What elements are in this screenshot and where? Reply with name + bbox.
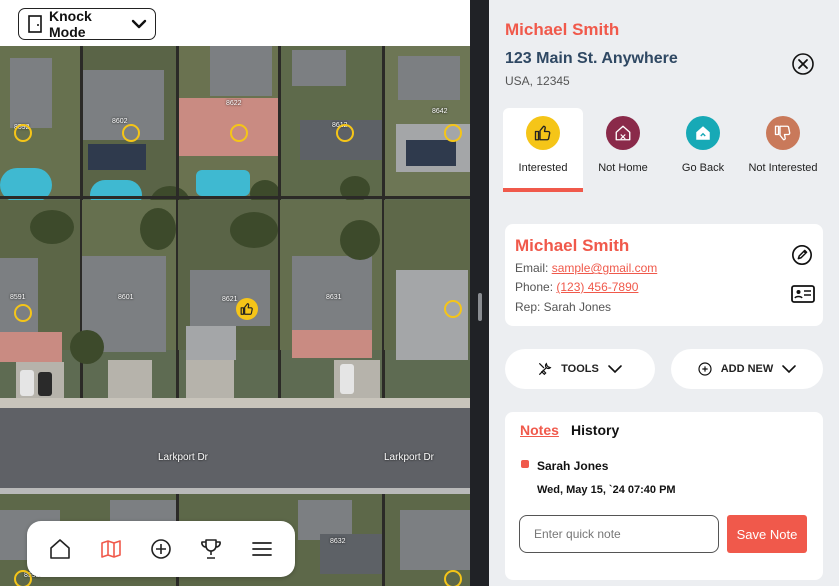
tools-label: TOOLS bbox=[561, 363, 599, 375]
add-circle-icon bbox=[151, 539, 171, 559]
note-marker bbox=[521, 460, 529, 468]
go-back-icon bbox=[696, 126, 710, 140]
notes-card: Notes History Sarah Jones Wed, May 15, `… bbox=[505, 412, 823, 580]
contact-card: Michael Smith Email: sample@gmail.com Ph… bbox=[505, 224, 823, 326]
thumbs-up-icon bbox=[534, 125, 551, 141]
satellite-map[interactable]: 8622 8602 8642 8592 8612 8591 8601 8621 … bbox=[0, 0, 470, 586]
knock-mode-label: Knock Mode bbox=[49, 8, 92, 40]
id-card-icon[interactable] bbox=[791, 284, 815, 304]
tab-history[interactable]: History bbox=[571, 422, 619, 438]
house-pin[interactable] bbox=[444, 570, 462, 586]
trophy-icon bbox=[201, 539, 222, 559]
status-interested[interactable]: Interested bbox=[503, 108, 583, 192]
tools-icon bbox=[539, 362, 552, 376]
status-not-interested[interactable]: Not Interested bbox=[743, 108, 823, 192]
contact-phone-row: Phone: (123) 456-7890 bbox=[515, 280, 638, 294]
menu-icon bbox=[251, 542, 272, 556]
contact-email-row: Email: sample@gmail.com bbox=[515, 261, 657, 275]
house-pin[interactable] bbox=[230, 124, 248, 142]
tools-dropdown[interactable]: TOOLS bbox=[505, 349, 655, 389]
house-pin[interactable] bbox=[122, 124, 140, 142]
status-label: Not Home bbox=[598, 162, 648, 174]
house-number: 8632 bbox=[330, 538, 346, 545]
note-date: Wed, May 15, `24 07:40 PM bbox=[537, 484, 676, 496]
interested-pin[interactable] bbox=[236, 298, 258, 320]
house-number: 8622 bbox=[226, 100, 242, 107]
chevron-down-icon bbox=[608, 365, 622, 374]
bottom-nav bbox=[27, 521, 295, 577]
note-author: Sarah Jones bbox=[537, 459, 609, 473]
status-label: Interested bbox=[518, 162, 568, 174]
house-pin[interactable] bbox=[14, 304, 32, 322]
quick-note-input[interactable] bbox=[519, 515, 719, 553]
split-divider[interactable] bbox=[470, 0, 489, 586]
add-button[interactable] bbox=[141, 529, 181, 569]
house-pin[interactable] bbox=[444, 300, 462, 318]
thumbs-up-icon bbox=[240, 303, 253, 315]
street-label: Larkport Dr bbox=[384, 452, 435, 463]
contact-rep: Rep: Sarah Jones bbox=[515, 300, 612, 314]
house-number: 8631 bbox=[326, 294, 342, 301]
drag-handle[interactable] bbox=[478, 293, 482, 321]
lead-city: USA, 12345 bbox=[505, 74, 570, 88]
menu-button[interactable] bbox=[242, 529, 282, 569]
house-pin[interactable] bbox=[444, 124, 462, 142]
home-icon bbox=[50, 539, 70, 559]
not-home-icon bbox=[615, 125, 631, 141]
house-number: 8621 bbox=[222, 296, 238, 303]
status-circle bbox=[606, 116, 640, 150]
status-label: Not Interested bbox=[748, 162, 818, 174]
status-selector: Interested Not Home Go Back Not Interest… bbox=[503, 108, 839, 192]
status-circle bbox=[526, 116, 560, 150]
house-pin[interactable] bbox=[14, 124, 32, 142]
house-number: 8602 bbox=[112, 118, 128, 125]
contact-name: Michael Smith bbox=[515, 236, 630, 255]
door-icon bbox=[28, 15, 42, 33]
status-circle bbox=[686, 116, 720, 150]
lead-name: Michael Smith bbox=[505, 20, 620, 39]
house-number: 8591 bbox=[10, 294, 26, 301]
lead-address: 123 Main St. Anywhere bbox=[505, 50, 678, 67]
street bbox=[0, 408, 470, 488]
status-label: Go Back bbox=[681, 162, 725, 174]
house-number: 8601 bbox=[118, 294, 134, 301]
lead-panel: Michael Smith 123 Main St. Anywhere USA,… bbox=[489, 0, 839, 586]
edit-icon[interactable] bbox=[791, 244, 813, 266]
status-not-home[interactable]: Not Home bbox=[583, 108, 663, 192]
home-button[interactable] bbox=[40, 529, 80, 569]
add-new-dropdown[interactable]: ADD NEW bbox=[671, 349, 823, 389]
tab-notes[interactable]: Notes bbox=[520, 422, 559, 438]
phone-link[interactable]: (123) 456-7890 bbox=[556, 280, 638, 294]
map-button[interactable] bbox=[91, 529, 131, 569]
knock-mode-dropdown[interactable]: Knock Mode bbox=[18, 8, 156, 40]
email-label: Email: bbox=[515, 261, 552, 275]
house-number: 8642 bbox=[432, 108, 448, 115]
add-new-label: ADD NEW bbox=[720, 363, 774, 375]
map-icon bbox=[100, 540, 121, 558]
thumbs-down-icon bbox=[774, 125, 791, 141]
close-icon[interactable] bbox=[791, 52, 815, 76]
status-go-back[interactable]: Go Back bbox=[663, 108, 743, 192]
house-pin[interactable] bbox=[336, 124, 354, 142]
add-circle-icon bbox=[698, 362, 712, 376]
chevron-down-icon bbox=[131, 19, 147, 29]
leaderboard-button[interactable] bbox=[191, 529, 231, 569]
street-label: Larkport Dr bbox=[158, 452, 209, 463]
status-circle bbox=[766, 116, 800, 150]
phone-label: Phone: bbox=[515, 280, 557, 294]
chevron-down-icon bbox=[782, 365, 797, 374]
email-link[interactable]: sample@gmail.com bbox=[552, 261, 658, 275]
save-note-button[interactable]: Save Note bbox=[727, 515, 807, 553]
app-root: 8622 8602 8642 8592 8612 8591 8601 8621 … bbox=[0, 0, 839, 586]
house-pin[interactable] bbox=[14, 570, 32, 586]
